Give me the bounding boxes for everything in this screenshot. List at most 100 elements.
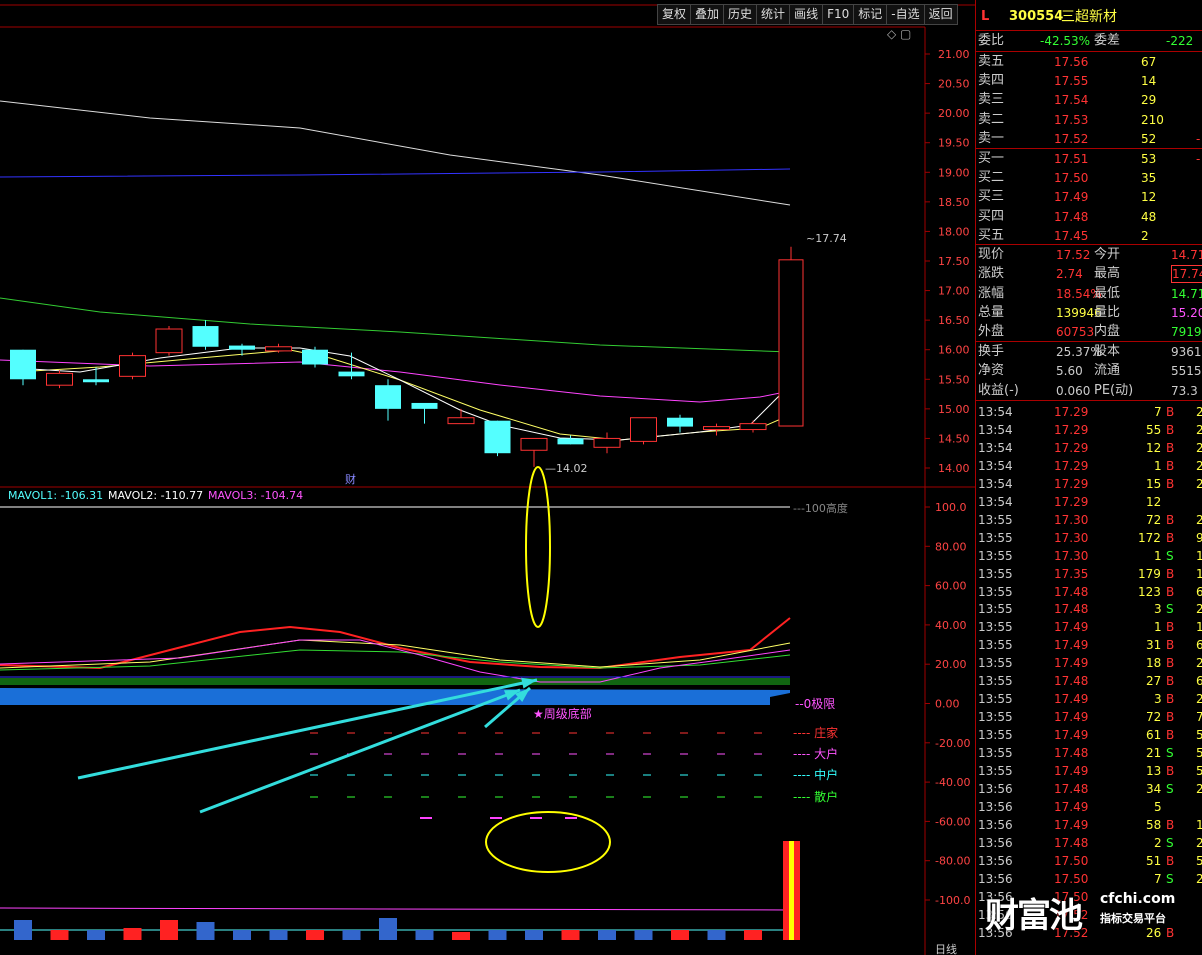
quote-value: 15.20: [1171, 305, 1202, 320]
toolbar-button-tongji[interactable]: 统计: [756, 4, 791, 25]
ma-line-blue: [0, 168, 791, 178]
bids-price: 17.51: [1054, 152, 1089, 166]
tick-row: 13:56 17.48 34 S 2: [976, 780, 1202, 798]
tick-time: 13:55: [978, 548, 1013, 563]
fund-row: 换手25.37%股本9361万: [976, 343, 1202, 361]
quote-label: 最高: [1094, 266, 1121, 282]
tick-row: 13:56 17.49 5: [976, 798, 1202, 816]
bottom-bar: [415, 930, 434, 940]
fund-value: 73.3: [1171, 383, 1198, 398]
tick-price: 17.29: [1054, 440, 1089, 455]
quote-label: 外盘: [978, 324, 1005, 340]
tick-side: S: [1166, 602, 1174, 617]
tick-count: 9: [1196, 529, 1202, 547]
tick-count: 2: [1196, 511, 1202, 529]
tick-side: S: [1166, 548, 1174, 563]
tick-price: 17.30: [1054, 512, 1089, 527]
tick-row: 13:54 17.29 55 B 2: [976, 421, 1202, 439]
quote-value: 14.71: [1171, 248, 1202, 262]
toolbar-button-fanhui[interactable]: 返回: [923, 4, 958, 25]
bids-volume: 53: [1141, 152, 1157, 166]
candle-body-up: [778, 259, 804, 427]
quote-value: 17.74: [1171, 265, 1202, 284]
asks-price: 17.55: [1054, 74, 1089, 89]
bids-row: 买五 17.45 2: [976, 227, 1202, 245]
tick-price: 17.35: [1054, 566, 1089, 581]
tick-volume: 51: [1146, 853, 1162, 868]
tick-side: B: [1166, 476, 1175, 491]
tick-price: 17.29: [1054, 476, 1089, 491]
finance-marker: 财: [345, 472, 356, 486]
indicator-axis-label: 60.00: [935, 580, 967, 593]
bids-price: 17.48: [1054, 209, 1089, 224]
tick-row: 13:54 17.29 1B 2: [976, 457, 1202, 475]
watermark-logo: 财富池 cfchi.com 指标交易平台: [985, 891, 1176, 936]
tick-side: S: [1166, 746, 1174, 761]
asks-row: 卖四 17.55 14: [976, 72, 1202, 90]
indicator-axis-label: 100.0: [935, 501, 967, 514]
tick-count: 5: [1196, 852, 1202, 870]
candle-body-up: [155, 328, 183, 354]
tick-side: B: [1166, 710, 1175, 725]
tick-volume: 179: [1138, 566, 1161, 581]
toolbar-button-f10[interactable]: F10: [822, 4, 855, 25]
toolbar-button-zixuan[interactable]: -自选: [886, 4, 925, 25]
quote-row: 现价 17.52 今开 14.71: [976, 246, 1202, 264]
period-label: 日线: [935, 942, 957, 955]
tick-time: 13:55: [978, 530, 1013, 545]
tick-row: 13:5517.491B1: [976, 618, 1202, 636]
toolbar-button-biaoji[interactable]: 标记: [853, 4, 888, 25]
tick-time: 13:55: [978, 746, 1013, 761]
chart-toolbar: 复权 叠加 历史 统计 画线 F10 标记 -自选 返回: [657, 4, 958, 25]
tick-side: B: [1166, 728, 1175, 743]
candle-body-down: [557, 438, 584, 445]
candle-body-down: [375, 385, 401, 409]
price-axis-label: 15.50: [938, 373, 970, 386]
tick-row: 13:55 17.30 172 B 9: [976, 529, 1202, 547]
tick-volume: 72: [1146, 512, 1162, 527]
bids-label: 买三: [978, 189, 1005, 205]
tick-price: 17.48: [1054, 781, 1089, 796]
tick-side: B: [1166, 512, 1175, 527]
bids-volume: 12: [1141, 190, 1157, 205]
toolbar-button-huaxian[interactable]: 画线: [789, 4, 824, 25]
ma-line-grey: [0, 100, 791, 206]
quote-row: 总量 139946 量比 15.20: [976, 304, 1202, 322]
bids-volume: 48: [1141, 209, 1157, 224]
green-band: [0, 678, 790, 685]
toolbar-button-fuquan[interactable]: 复权: [657, 4, 692, 25]
indicator-axis-label: -80.00: [935, 855, 970, 868]
tick-side: B: [1166, 584, 1175, 599]
fund-label: PE(动): [1094, 382, 1134, 398]
quote-value: 2.74: [1056, 267, 1083, 282]
kline-chart-area[interactable]: 21.00 20.50 20.00 19.50 19.00 18.50 18.00 17.50…: [0, 0, 975, 955]
quote-label: 内盘: [1094, 324, 1121, 340]
asks-price: 17.53: [1054, 112, 1089, 127]
tick-row: 13:56 17.50 7S 2: [976, 870, 1202, 888]
tick-row: 13:55 17.49 31 B 6: [976, 636, 1202, 654]
tick-price: 17.50: [1054, 853, 1089, 868]
chart-canvas[interactable]: 21.00 20.50 20.00 19.50 19.00 18.50 18.00 17.50…: [0, 0, 975, 955]
asks-price: 17.56: [1054, 55, 1089, 69]
asks-change: -: [1196, 131, 1201, 146]
weibi-label: 委比: [978, 33, 1005, 48]
tick-count: 7: [1196, 708, 1202, 726]
candle-body-up: [703, 426, 730, 431]
tick-price: 17.49: [1054, 692, 1089, 707]
toolbar-button-lishi[interactable]: 历史: [723, 4, 758, 25]
bids-label: 买一: [978, 151, 1005, 166]
tick-row: 13:55 17.48 3S 2: [976, 600, 1202, 618]
indicator-axis-label: -40.00: [935, 776, 970, 789]
quote-label: 今开: [1094, 247, 1121, 262]
tick-time: 13:56: [978, 853, 1013, 868]
quote-label: 现价: [978, 247, 1005, 262]
mavol3-label: MAVOL3: -104.74: [208, 489, 303, 502]
tick-time: 13:56: [978, 799, 1013, 814]
tick-price: 17.48: [1054, 584, 1089, 599]
asks-label: 卖四: [978, 73, 1005, 89]
tick-count: 2: [1196, 690, 1202, 708]
bids-price: 17.49: [1054, 190, 1089, 205]
tick-time: 13:55: [978, 656, 1013, 671]
fund-row: 净资 5.60 流通 5515万: [976, 362, 1202, 380]
toolbar-button-diejia[interactable]: 叠加: [690, 4, 725, 25]
